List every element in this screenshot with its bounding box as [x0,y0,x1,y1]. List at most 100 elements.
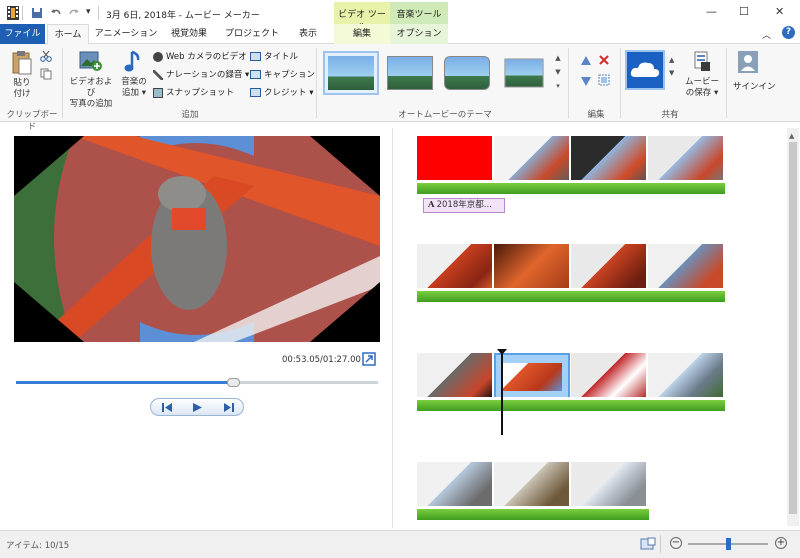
zoom-out-button[interactable]: − [670,537,682,549]
theme-thumbnail [328,56,374,90]
automovie-theme-3[interactable] [441,53,493,93]
onedrive-share-button[interactable] [625,50,665,90]
storyboard-view-icon[interactable] [640,537,656,551]
cut-icon[interactable] [40,50,52,62]
playhead[interactable] [501,349,503,435]
signin-button[interactable]: サインイン [733,80,776,92]
clip-thumbnail[interactable] [417,462,493,508]
paste-button[interactable]: 貼り 付け [10,78,34,100]
save-movie-label-2: の保存 ▾ [685,88,719,98]
storyboard[interactable]: A 2018年京都... ▲ [395,128,799,526]
add-videos-photos-icon[interactable] [79,49,103,71]
add-videos-photos-button[interactable]: ビデオおよび 写真の追加 [66,77,116,110]
tab-project[interactable]: プロジェクト [222,24,282,44]
remove-icon[interactable] [598,54,610,66]
signin-icon[interactable] [737,50,759,74]
save-movie-button[interactable]: ムービー の保存 ▾ [682,77,722,99]
clip-thumbnail[interactable] [571,353,647,399]
playback-time: 00:53.05/01:27.00 [282,355,361,365]
quick-access-dropdown-icon[interactable]: ▾ [86,7,91,17]
music-track[interactable] [417,288,725,302]
theme-thumbnail [387,56,433,90]
tab-options[interactable]: オプション [390,24,448,44]
automovie-theme-1[interactable] [323,51,379,95]
clip-thumbnail[interactable] [648,244,724,290]
tab-edit[interactable]: 編集 [334,24,390,44]
selected-clip[interactable] [494,353,570,399]
storyboard-row-1 [417,136,725,182]
add-music-label-2: 追加 ▾ [122,88,146,98]
share-gallery-scroll[interactable]: ▲ ▼ [669,54,674,80]
clip-thumbnail[interactable] [571,244,647,290]
webcam-video-button[interactable]: Web カメラのビデオ [153,50,247,62]
theme-thumbnail [504,58,544,88]
automovie-theme-2[interactable] [384,53,436,93]
add-music-icon[interactable] [124,48,144,74]
clip-thumbnail[interactable] [494,462,570,508]
zoom-slider[interactable] [688,538,768,550]
play-icon[interactable] [191,402,203,413]
help-icon[interactable]: ? [782,26,795,39]
next-frame-icon[interactable] [221,402,235,413]
seek-bar[interactable] [16,378,378,387]
clip-thumbnail[interactable] [417,353,493,399]
tab-home[interactable]: ホーム [47,24,89,45]
fullscreen-icon[interactable] [362,352,376,366]
clip-thumbnail[interactable] [648,136,724,182]
ribbon-tabs: ファイル ホーム アニメーション 視覚効果 プロジェクト 表示 編集 オプション… [0,24,800,45]
paste-icon[interactable] [11,50,33,76]
snapshot-button[interactable]: スナップショット [153,86,234,98]
close-button[interactable]: ✕ [775,5,784,18]
webcam-video-label: Web カメラのビデオ [166,52,247,62]
edit-group-label: 編集 [587,110,605,120]
title-clip[interactable] [417,136,493,182]
save-icon[interactable] [31,7,43,19]
tab-animation[interactable]: アニメーション [94,24,158,44]
save-movie-icon[interactable] [693,50,711,72]
music-track[interactable] [417,506,649,520]
minimize-button[interactable]: — [706,5,717,18]
music-track[interactable] [417,180,725,194]
clip-thumbnail[interactable] [494,244,570,290]
record-narration-label: ナレーションの録音 ▾ [166,70,250,80]
zoom-slider-thumb[interactable] [726,538,731,550]
rotate-left-icon[interactable] [580,54,592,66]
caption-track[interactable]: A 2018年京都... [423,198,505,213]
seek-thumb[interactable] [227,378,241,387]
caption-label: キャプション [264,70,316,80]
tab-visual-effects[interactable]: 視覚効果 [164,24,214,44]
seek-progress [16,381,234,384]
preview-frame [14,136,380,342]
copy-icon[interactable] [40,68,52,80]
clip-thumbnail[interactable] [571,136,647,182]
clip-thumbnail[interactable] [494,136,570,182]
credits-button[interactable]: クレジット ▾ [250,86,313,98]
caption-button[interactable]: キャプション [250,68,315,80]
zoom-in-button[interactable]: + [775,537,787,549]
maximize-button[interactable]: ☐ [739,5,749,18]
automovie-theme-4[interactable] [498,53,550,93]
clip-thumbnail[interactable] [648,353,724,399]
movie-maker-app-icon[interactable] [6,5,20,21]
tab-file[interactable]: ファイル [0,24,45,44]
storyboard-scrollbar[interactable]: ▲ [787,128,799,526]
scroll-thumb[interactable] [789,142,797,514]
credits-icon [250,88,261,97]
rotate-right-icon[interactable] [580,74,592,86]
redo-icon[interactable] [68,7,80,19]
collapse-ribbon-icon[interactable]: ︿ [762,28,771,41]
add-music-button[interactable]: 音楽の 追加 ▾ [116,77,152,99]
scroll-up-icon[interactable]: ▲ [789,132,794,140]
theme-gallery-scroll[interactable]: ▲ ▼ ▾ [553,51,563,97]
clip-thumbnail[interactable] [571,462,647,508]
select-all-icon[interactable] [598,74,610,86]
previous-frame-icon[interactable] [161,402,175,413]
clip-thumbnail[interactable] [417,244,493,290]
video-preview[interactable] [14,136,380,342]
automovie-group-label: オートムービーのテーマ [398,110,492,120]
record-narration-button[interactable]: ナレーションの録音 ▾ [153,68,249,80]
undo-icon[interactable] [50,7,62,19]
title-button[interactable]: タイトル [250,50,298,62]
music-track[interactable] [417,397,725,411]
tab-view[interactable]: 表示 [290,24,326,44]
